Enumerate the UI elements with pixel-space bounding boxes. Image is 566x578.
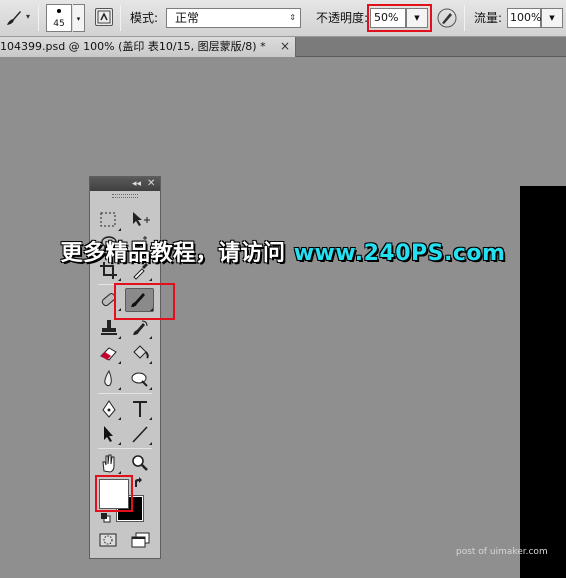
close-icon[interactable]: ✕ xyxy=(147,177,155,191)
separator xyxy=(98,448,152,449)
site-credit: post of uimaker.com xyxy=(456,547,548,557)
highlight-box-brush-tool xyxy=(114,283,175,320)
paint-bucket-tool[interactable] xyxy=(128,342,152,364)
tools-panel-header[interactable]: ◂◂ ✕ xyxy=(90,177,160,191)
mode-label: 模式: xyxy=(130,11,159,25)
highlight-box-opacity xyxy=(367,4,432,32)
tool-preset-dropdown-icon[interactable]: ▾ xyxy=(26,12,30,21)
airbrush-icon[interactable] xyxy=(436,7,458,29)
opacity-label: 不透明度: xyxy=(316,11,369,25)
blur-tool[interactable] xyxy=(97,368,121,390)
flow-dropdown-icon[interactable]: ▼ xyxy=(541,8,563,28)
type-tool[interactable] xyxy=(128,398,152,420)
zoom-tool[interactable] xyxy=(128,452,152,474)
highlight-box-foreground-color xyxy=(95,475,133,512)
brush-preset-dropdown-icon[interactable]: ▾ xyxy=(73,4,85,32)
history-brush-tool[interactable] xyxy=(128,317,152,339)
document-tab[interactable]: 104399.psd @ 100% (盖印 表10/15, 图层蒙版/8) * … xyxy=(0,37,296,57)
collapse-icon[interactable]: ◂◂ xyxy=(132,177,141,191)
eraser-tool[interactable] xyxy=(97,342,121,364)
mode-value: 正常 xyxy=(175,11,200,25)
options-bar: ▾ 45 ▾ 模式: 正常 ⇕ 不透明度: 50% ▼ 流量: 100% ▼ xyxy=(0,0,566,37)
brush-tool-icon[interactable] xyxy=(4,8,24,28)
mode-select[interactable]: 正常 ⇕ xyxy=(166,8,301,28)
watermark-banner: 更多精品教程，请访问 www.240PS.com xyxy=(0,235,566,267)
separator xyxy=(120,5,121,31)
dodge-tool[interactable] xyxy=(128,368,152,390)
watermark-url: www.240PS.com xyxy=(293,241,506,266)
panel-grip[interactable] xyxy=(112,194,138,198)
brush-panel-icon[interactable] xyxy=(95,8,113,26)
pen-tool[interactable] xyxy=(97,398,121,420)
document-tab-title: 104399.psd @ 100% (盖印 表10/15, 图层蒙版/8) * xyxy=(0,40,266,53)
separator xyxy=(464,5,465,31)
quick-mask-icon[interactable] xyxy=(99,532,117,548)
watermark-text: 更多精品教程，请访问 xyxy=(60,241,294,266)
brush-tip-icon xyxy=(57,9,61,13)
default-colors-icon[interactable] xyxy=(101,512,111,523)
path-selection-tool[interactable] xyxy=(97,423,121,445)
close-tab-icon[interactable]: × xyxy=(278,37,292,56)
marquee-tool[interactable] xyxy=(97,209,121,231)
flow-label: 流量: xyxy=(474,11,503,25)
brush-preset-picker[interactable]: 45 xyxy=(46,4,72,32)
document-tab-bar: 104399.psd @ 100% (盖印 表10/15, 图层蒙版/8) * … xyxy=(0,37,566,57)
updown-arrow-icon: ⇕ xyxy=(289,13,296,22)
separator xyxy=(38,5,39,31)
screen-mode-icon[interactable] xyxy=(131,532,151,548)
hand-tool[interactable] xyxy=(97,452,121,474)
separator xyxy=(98,393,152,394)
flow-input[interactable]: 100% xyxy=(507,8,541,28)
brush-size-value: 45 xyxy=(53,19,65,29)
clone-stamp-tool[interactable] xyxy=(97,317,121,339)
swap-colors-icon[interactable] xyxy=(133,477,145,489)
line-tool[interactable] xyxy=(128,423,152,445)
move-tool[interactable] xyxy=(128,209,152,231)
